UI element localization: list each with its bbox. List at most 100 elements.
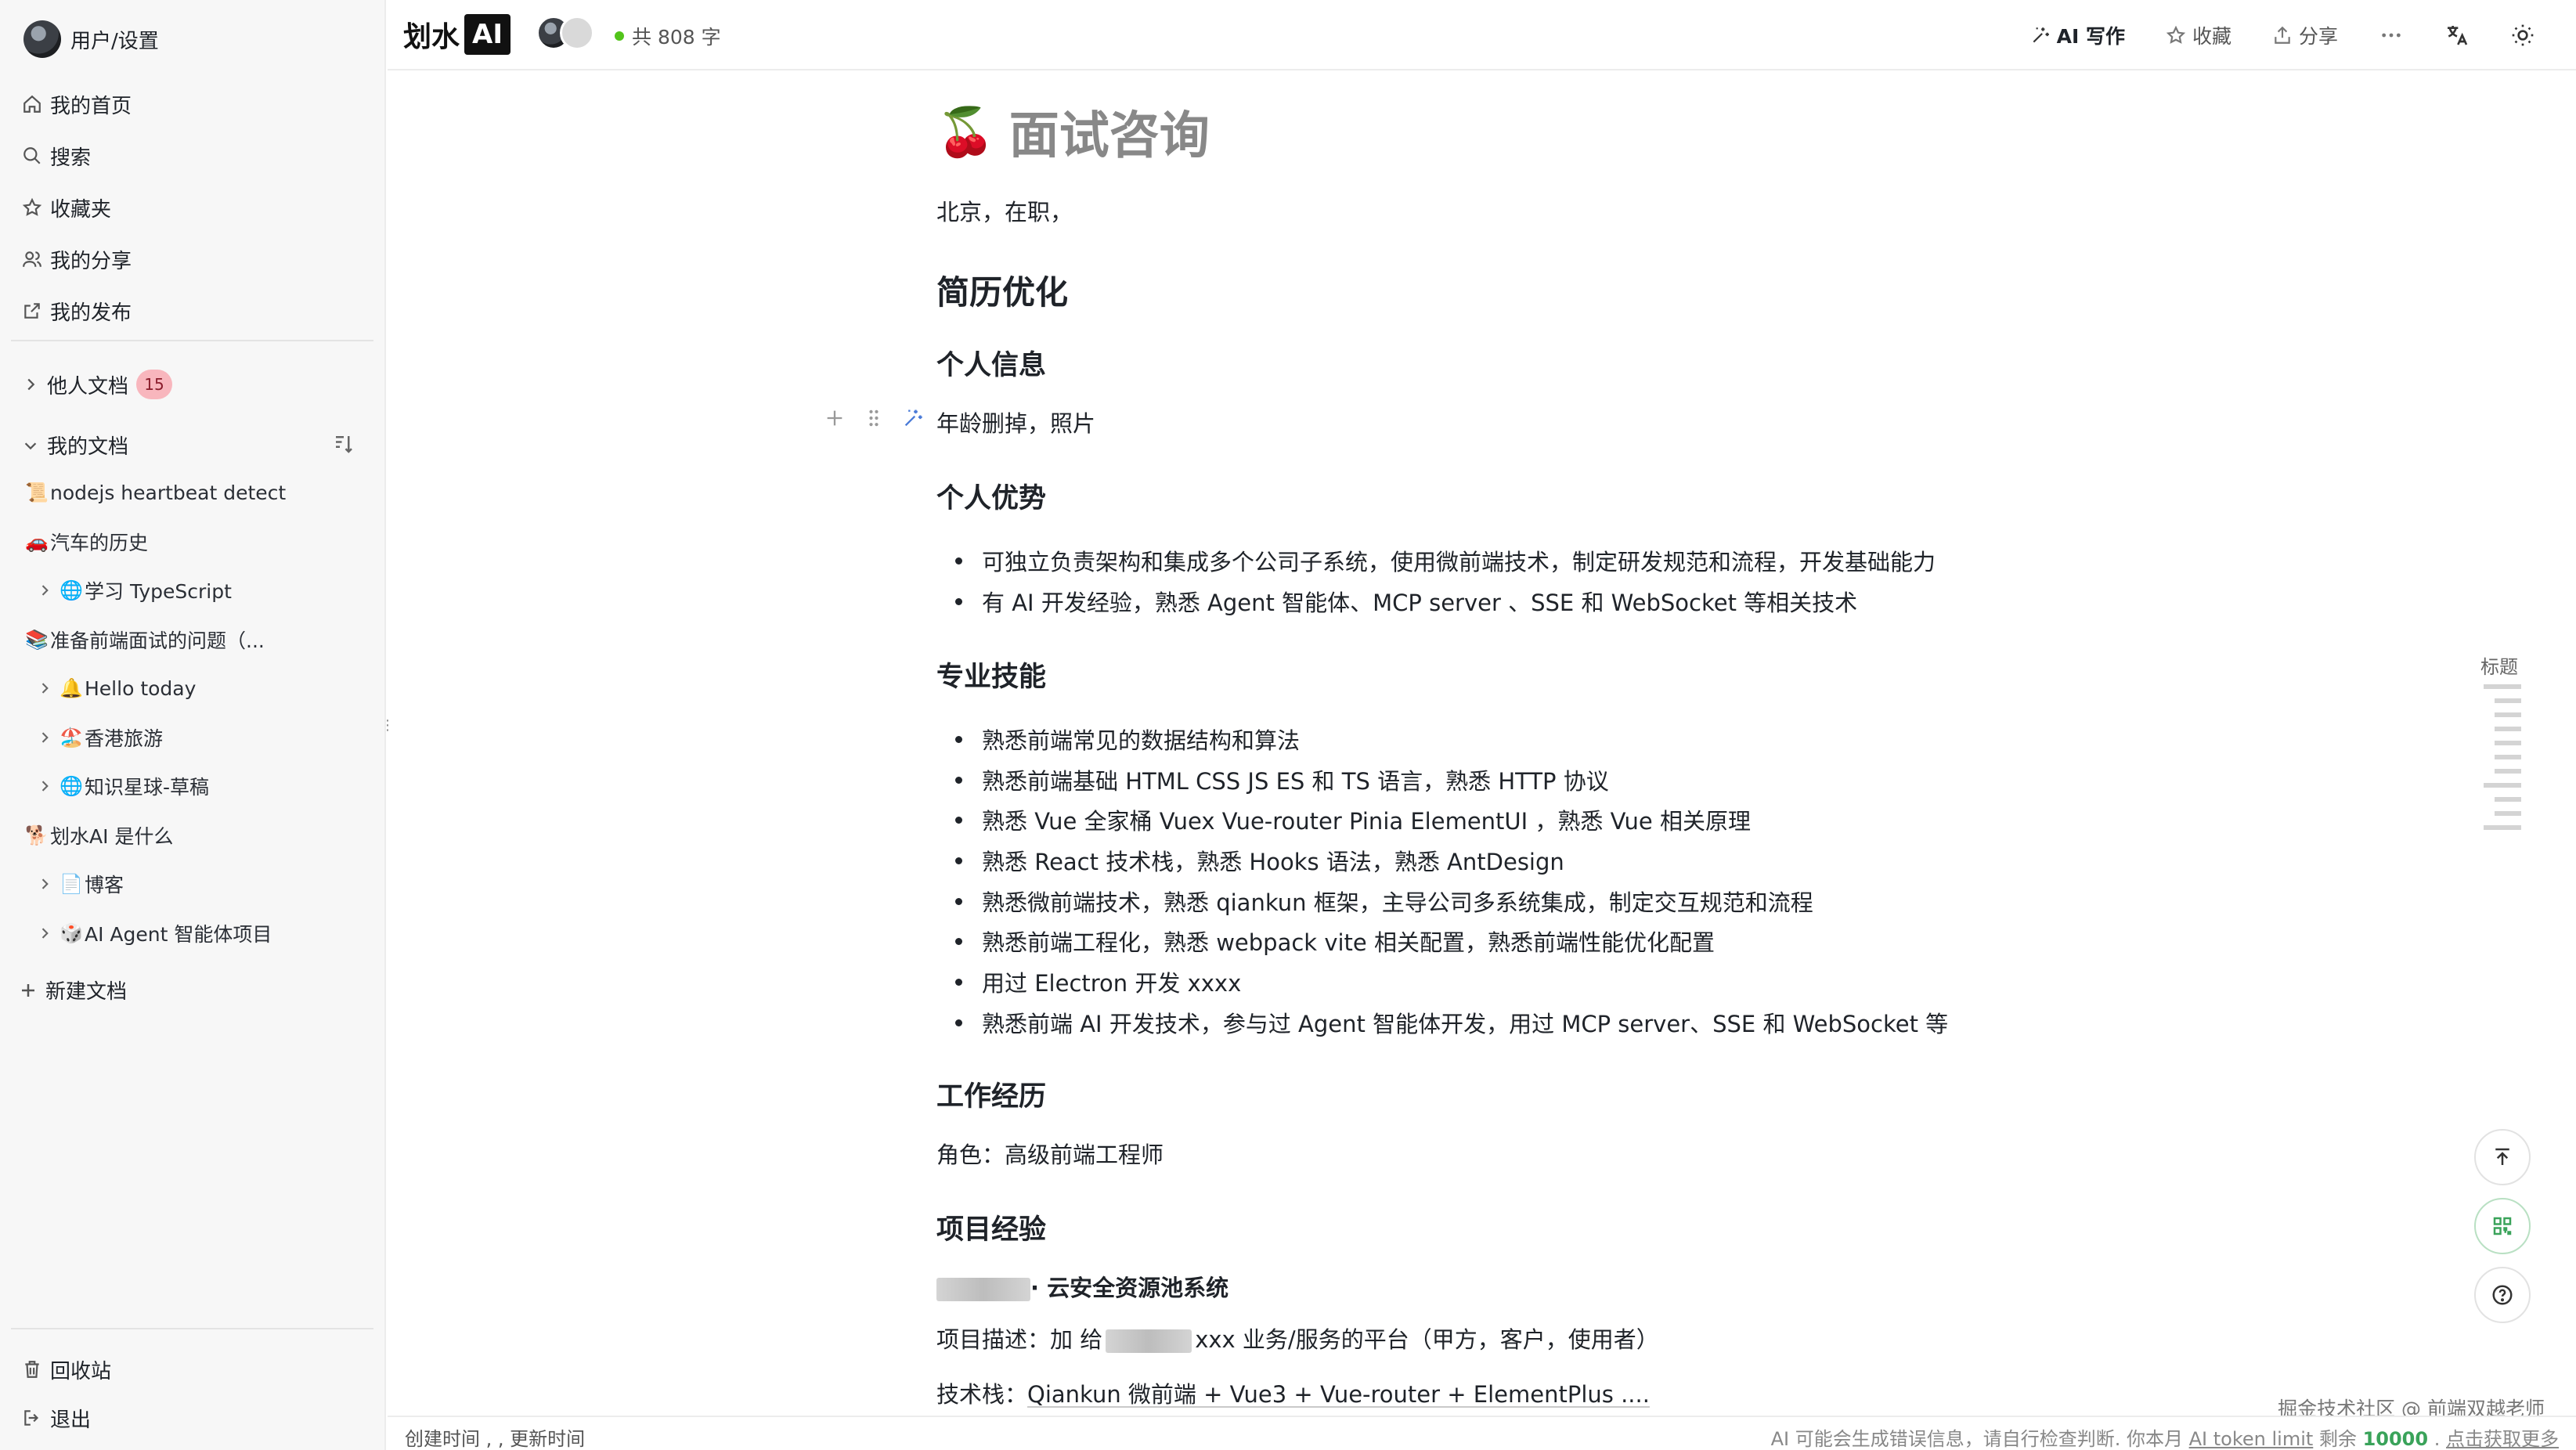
- list-item[interactable]: 可独立负责架构和集成多个公司子系统，使用微前端技术，制定研发规范和流程，开发基础…: [954, 540, 1936, 581]
- toc-line[interactable]: [2495, 712, 2521, 717]
- drag-handle-icon[interactable]: [863, 407, 885, 429]
- sidebar-divider: [11, 1328, 373, 1329]
- tree-item[interactable]: 📜 nodejs heartbeat detect: [23, 468, 368, 518]
- nav-shared[interactable]: 我的分享: [22, 233, 132, 285]
- ai-sparkles-icon[interactable]: [902, 407, 924, 429]
- list-item[interactable]: 熟悉前端工程化，熟悉 webpack vite 相关配置，熟悉前端性能优化配置: [954, 921, 1948, 961]
- toc-outline[interactable]: [2484, 684, 2521, 839]
- user-settings-label: 用户/设置: [70, 29, 159, 53]
- ai-write-button[interactable]: AI 写作: [2030, 21, 2125, 49]
- heading-personal-info[interactable]: 个人信息: [936, 343, 1046, 383]
- tree-item[interactable]: 🌐 学习 TypeScript: [23, 566, 368, 615]
- doc-paragraph[interactable]: 北京，在职，: [936, 194, 1073, 227]
- doc-title-text: 面试咨询: [1008, 107, 1210, 165]
- others-docs-label: 他人文档: [47, 374, 129, 399]
- sort-icon[interactable]: [332, 432, 355, 456]
- list-item[interactable]: 熟悉 React 技术栈，熟悉 Hooks 语法，熟悉 AntDesign: [954, 840, 1948, 881]
- tree-item[interactable]: 🐕 划水AI 是什么: [23, 811, 368, 860]
- ai-note-prefix: AI 可能会生成错误信息，请自行检查判断. 你本月: [1770, 1428, 2183, 1450]
- toc-line[interactable]: [2495, 797, 2521, 802]
- toc-line[interactable]: [2495, 741, 2521, 745]
- ai-write-label: AI 写作: [2056, 25, 2125, 48]
- avatar[interactable]: [23, 20, 61, 58]
- tech-stack[interactable]: 技术栈：Qiankun 微前端 + Vue3 + Vue-router + El…: [936, 1376, 1650, 1409]
- list-item[interactable]: 熟悉前端常见的数据结构和算法: [954, 719, 1948, 759]
- redacted-block: [936, 1278, 1030, 1301]
- avatar: [560, 16, 594, 50]
- status-bar: 创建时间 , , 更新时间 AI 可能会生成错误信息，请自行检查判断. 你本月 …: [388, 1416, 2576, 1450]
- redacted-block: [1106, 1329, 1192, 1353]
- doc-paragraph[interactable]: 年龄删掉，照片: [936, 406, 1095, 438]
- doc-title[interactable]: 🍒 面试咨询: [936, 96, 1210, 168]
- heading-advantage[interactable]: 个人优势: [936, 476, 1046, 516]
- nav-shared-label: 我的分享: [50, 249, 132, 273]
- list-item[interactable]: 有 AI 开发经验，熟悉 Agent 智能体、MCP server 、SSE 和…: [954, 581, 1936, 622]
- nav-published[interactable]: 我的发布: [22, 285, 132, 337]
- share-button[interactable]: 分享: [2272, 21, 2338, 49]
- star-icon: [2166, 25, 2186, 44]
- get-more-link[interactable]: 点击获取更多: [2446, 1428, 2559, 1450]
- toc-line[interactable]: [2495, 769, 2521, 774]
- heading-skills[interactable]: 专业技能: [936, 655, 1046, 694]
- nav-favorites[interactable]: 收藏夹: [22, 182, 132, 233]
- heading-work[interactable]: 工作经历: [936, 1074, 1046, 1114]
- toc-line[interactable]: [2484, 684, 2521, 689]
- chevron-right-icon[interactable]: [31, 778, 58, 794]
- logout-button[interactable]: 退出: [22, 1392, 91, 1444]
- chevron-down-icon: [24, 442, 37, 449]
- tree-item[interactable]: 🎲 AI Agent 智能体项目: [23, 909, 368, 958]
- toc-line[interactable]: [2495, 727, 2521, 731]
- sparkles-icon: [2033, 27, 2049, 43]
- list-item[interactable]: 熟悉前端 AI 开发技术，参与过 Agent 智能体开发，用过 MCP serv…: [954, 1002, 1948, 1043]
- new-doc-button[interactable]: 新建文档: [19, 976, 127, 1005]
- heading-resume[interactable]: 简历优化: [936, 266, 1068, 314]
- recycle-bin-button[interactable]: 回收站: [22, 1344, 111, 1395]
- list-item[interactable]: 熟悉前端基础 HTML CSS JS ES 和 TS 语言，熟悉 HTTP 协议: [954, 759, 1948, 800]
- ai-token-limit-link[interactable]: AI token limit: [2189, 1428, 2314, 1450]
- nav-home[interactable]: 我的首页: [22, 78, 132, 130]
- plus-icon[interactable]: [824, 407, 846, 429]
- chevron-right-icon[interactable]: [31, 680, 58, 696]
- tree-item[interactable]: 🏖️ 香港旅游: [23, 713, 368, 763]
- chevron-right-icon[interactable]: [31, 583, 58, 598]
- tree-item[interactable]: 🌐 知识星球-草稿: [23, 762, 368, 811]
- project-name[interactable]: · 云安全资源池系统: [936, 1270, 1228, 1303]
- list-item[interactable]: 熟悉 Vue 全家桶 Vuex Vue-router Pinia Element…: [954, 799, 1948, 840]
- tree-item[interactable]: 🚗 汽车的历史: [23, 518, 368, 567]
- search-icon: [23, 147, 41, 164]
- scroll-top-button[interactable]: [2474, 1129, 2531, 1185]
- nav-search[interactable]: 搜索: [22, 130, 132, 182]
- app-logo[interactable]: 划水 AI: [403, 14, 511, 55]
- heading-project[interactable]: 项目经验: [936, 1207, 1046, 1247]
- chevron-right-icon[interactable]: [31, 925, 58, 941]
- toc-line[interactable]: [2495, 698, 2521, 703]
- help-button[interactable]: [2474, 1267, 2531, 1323]
- tree-item[interactable]: 📄 博客: [23, 860, 368, 909]
- toc-line[interactable]: [2484, 825, 2521, 830]
- doc-paragraph[interactable]: 角色：高级前端工程师: [936, 1137, 1164, 1170]
- collaborators[interactable]: [536, 16, 594, 50]
- chevron-right-icon[interactable]: [31, 876, 58, 892]
- my-docs-group[interactable]: 我的文档: [22, 431, 128, 460]
- toc-line[interactable]: [2484, 783, 2521, 788]
- list-item[interactable]: 熟悉微前端技术，熟悉 qiankun 框架，主导公司多系统集成，制定交互规范和流…: [954, 881, 1948, 922]
- online-status-dot: [615, 31, 624, 41]
- list-item[interactable]: 用过 Electron 开发 xxxx: [954, 961, 1948, 1002]
- project-description[interactable]: 项目描述：加 给 xxx 业务/服务的平台（甲方，客户，使用者）: [936, 1322, 1659, 1354]
- qrcode-button[interactable]: [2474, 1198, 2531, 1254]
- favorite-button[interactable]: 收藏: [2166, 21, 2231, 49]
- toc-line[interactable]: [2495, 811, 2521, 816]
- more-button[interactable]: [2379, 23, 2404, 48]
- chevron-right-icon[interactable]: [31, 730, 58, 745]
- theme-toggle-button[interactable]: [2510, 23, 2535, 48]
- others-docs-group[interactable]: 他人文档 15: [22, 370, 173, 399]
- sidebar-resize-handle[interactable]: ⋮: [381, 717, 395, 734]
- plus-icon: [22, 983, 34, 997]
- user-settings[interactable]: 用户/设置: [23, 20, 159, 58]
- tree-item-label: 学习 TypeScript: [85, 580, 232, 604]
- tree-item-label: 划水AI 是什么: [50, 824, 174, 848]
- translate-button[interactable]: [2444, 23, 2470, 48]
- toc-line[interactable]: [2495, 755, 2521, 759]
- tree-item[interactable]: 📚 准备前端面试的问题（...: [23, 615, 368, 665]
- tree-item[interactable]: 🔔 Hello today: [23, 664, 368, 713]
